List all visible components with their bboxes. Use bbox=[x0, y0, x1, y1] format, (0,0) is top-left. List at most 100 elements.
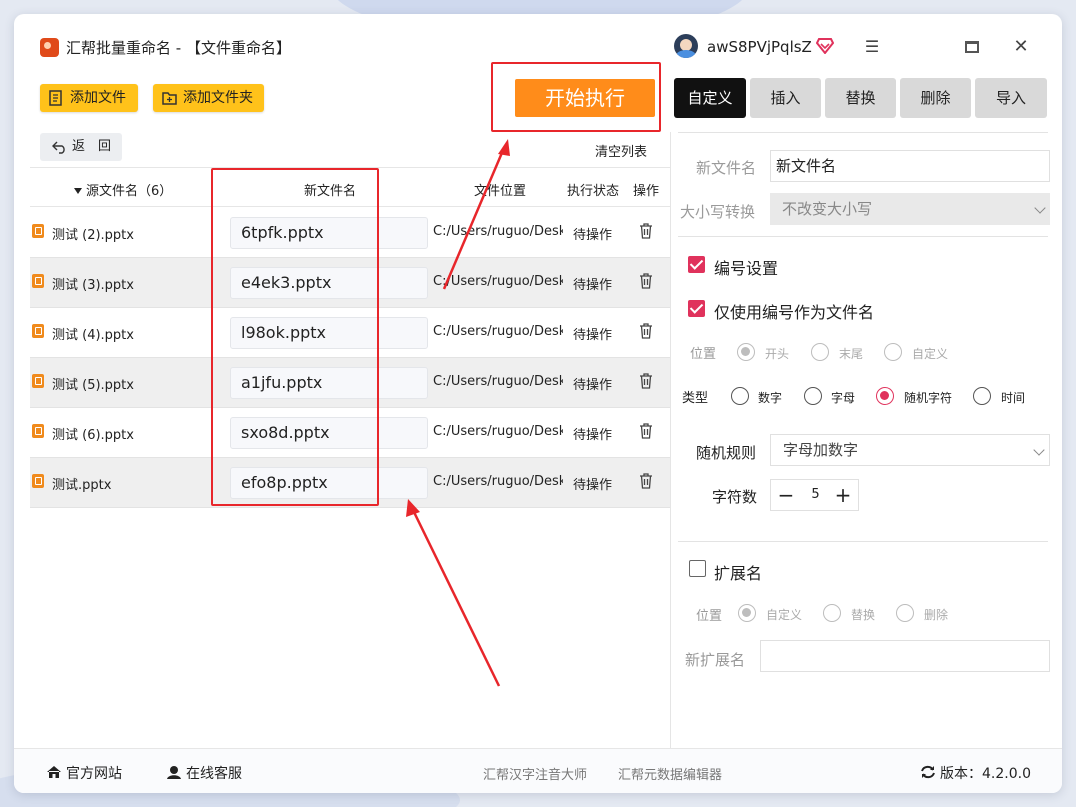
menu-icon[interactable]: ☰ bbox=[857, 34, 887, 60]
username[interactable]: awS8PVjPqlsZ bbox=[707, 38, 812, 56]
random-rule-value: 字母加数字 bbox=[783, 441, 859, 459]
app-window: 汇帮批量重命名 - 【文件重命名】 awS8PVjPqlsZ ☰ ✕ 添加文件 … bbox=[14, 14, 1062, 793]
position-custom-radio[interactable] bbox=[884, 343, 902, 361]
chevron-down-icon bbox=[1033, 444, 1045, 456]
website-link[interactable]: 官方网站 bbox=[46, 763, 122, 783]
random-rule-label: 随机规则 bbox=[696, 444, 757, 462]
maximize-icon[interactable] bbox=[957, 34, 987, 60]
tab-insert[interactable]: 插入 bbox=[750, 78, 821, 118]
panel-divider bbox=[670, 132, 671, 748]
tab-custom[interactable]: 自定义 bbox=[674, 78, 746, 118]
status-text: 待操作 bbox=[573, 378, 613, 393]
file-location: C:/Users/ruguo/Desktop bbox=[433, 474, 563, 489]
service-link[interactable]: 在线客服 bbox=[166, 763, 242, 783]
vip-diamond-icon[interactable] bbox=[816, 38, 834, 54]
type-random-label: 随机字符 bbox=[904, 391, 953, 405]
annotation-box-start bbox=[491, 62, 661, 132]
app-logo-icon bbox=[40, 38, 59, 57]
add-folder-button[interactable]: 添加文件夹 bbox=[153, 84, 264, 112]
header-location: 文件位置 bbox=[474, 184, 527, 199]
header-source[interactable]: 源文件名（6） bbox=[74, 180, 172, 199]
window-title: 汇帮批量重命名 - 【文件重命名】 bbox=[66, 39, 291, 57]
status-text: 待操作 bbox=[573, 278, 613, 293]
increment-button[interactable]: + bbox=[828, 480, 858, 510]
status-text: 待操作 bbox=[573, 478, 613, 493]
pptx-file-icon bbox=[32, 374, 44, 388]
position-end-radio[interactable] bbox=[811, 343, 829, 361]
sort-down-icon bbox=[74, 188, 82, 194]
trash-icon[interactable] bbox=[639, 223, 653, 239]
pptx-file-icon bbox=[32, 474, 44, 488]
file-location: C:/Users/ruguo/Desktop bbox=[433, 374, 563, 389]
ext-custom-label: 自定义 bbox=[766, 608, 803, 622]
type-number-label: 数字 bbox=[758, 391, 783, 405]
new-ext-input[interactable] bbox=[760, 640, 1050, 672]
source-name: 测试 (3).pptx bbox=[52, 278, 134, 293]
add-file-label: 添加文件 bbox=[70, 90, 126, 106]
type-random-radio[interactable] bbox=[876, 387, 894, 405]
status-text: 待操作 bbox=[573, 228, 613, 243]
type-number-radio[interactable] bbox=[731, 387, 749, 405]
trash-icon[interactable] bbox=[639, 373, 653, 389]
annotation-arrow-down bbox=[410, 507, 501, 687]
type-label: 类型 bbox=[682, 391, 709, 406]
footer: 官方网站 在线客服 汇帮汉字注音大师 汇帮元数据编辑器 版本：4.2.0.0 bbox=[14, 748, 1062, 793]
type-letter-radio[interactable] bbox=[804, 387, 822, 405]
divider bbox=[678, 541, 1048, 542]
position-label: 位置 bbox=[690, 347, 717, 362]
position-start-radio[interactable] bbox=[737, 343, 755, 361]
ext-delete-label: 删除 bbox=[924, 608, 949, 622]
annotation-arrowhead bbox=[498, 139, 510, 156]
pptx-file-icon bbox=[32, 324, 44, 338]
decrement-button[interactable]: − bbox=[771, 480, 801, 510]
position-custom-label: 自定义 bbox=[912, 347, 949, 361]
char-count-label: 字符数 bbox=[712, 488, 758, 506]
position-end-label: 末尾 bbox=[839, 347, 864, 361]
version-label: 版本：4.2.0.0 bbox=[940, 766, 1031, 782]
extension-checkbox[interactable] bbox=[689, 560, 706, 577]
new-ext-label: 新扩展名 bbox=[685, 651, 746, 669]
ext-position-label: 位置 bbox=[696, 609, 723, 624]
version-info[interactable]: 版本：4.2.0.0 bbox=[920, 763, 1031, 783]
only-number-checkbox[interactable] bbox=[688, 300, 705, 317]
ext-custom-radio[interactable] bbox=[738, 604, 756, 622]
ext-replace-radio[interactable] bbox=[823, 604, 841, 622]
back-label: 返 回 bbox=[72, 139, 112, 154]
type-time-radio[interactable] bbox=[973, 387, 991, 405]
add-file-button[interactable]: 添加文件 bbox=[40, 84, 138, 112]
trash-icon[interactable] bbox=[639, 473, 653, 489]
back-arrow-icon bbox=[52, 141, 65, 154]
new-name-field[interactable]: 新文件名 bbox=[770, 150, 1050, 182]
numbering-checkbox[interactable] bbox=[688, 256, 705, 273]
ext-delete-radio[interactable] bbox=[896, 604, 914, 622]
tab-replace[interactable]: 替换 bbox=[825, 78, 896, 118]
trash-icon[interactable] bbox=[639, 423, 653, 439]
add-folder-icon bbox=[162, 92, 177, 105]
pptx-file-icon bbox=[32, 274, 44, 288]
file-location: C:/Users/ruguo/Desktop bbox=[433, 224, 563, 239]
case-label: 大小写转换 bbox=[680, 203, 756, 221]
tab-import[interactable]: 导入 bbox=[975, 78, 1047, 118]
close-icon[interactable]: ✕ bbox=[1006, 34, 1036, 60]
random-rule-select[interactable]: 字母加数字 bbox=[770, 434, 1050, 466]
trash-icon[interactable] bbox=[639, 273, 653, 289]
header-state: 执行状态 bbox=[567, 184, 620, 199]
source-name: 测试 (4).pptx bbox=[52, 328, 134, 343]
back-button[interactable]: 返 回 bbox=[40, 133, 122, 161]
pinyin-app-link[interactable]: 汇帮汉字注音大师 bbox=[483, 764, 587, 783]
user-avatar[interactable] bbox=[674, 34, 698, 58]
source-name: 测试 (5).pptx bbox=[52, 378, 134, 393]
divider bbox=[678, 132, 1048, 133]
clear-list-button[interactable]: 清空列表 bbox=[595, 141, 647, 160]
char-count-stepper[interactable]: − 5 + bbox=[770, 479, 859, 511]
only-number-label: 仅使用编号作为文件名 bbox=[714, 303, 875, 322]
metadata-app-link[interactable]: 汇帮元数据编辑器 bbox=[618, 764, 722, 783]
case-select[interactable]: 不改变大小写 bbox=[770, 193, 1050, 225]
source-name: 测试 (6).pptx bbox=[52, 428, 134, 443]
tab-delete[interactable]: 删除 bbox=[900, 78, 971, 118]
char-count-value[interactable]: 5 bbox=[801, 480, 830, 510]
source-name: 测试.pptx bbox=[52, 478, 112, 493]
chevron-down-icon bbox=[1034, 202, 1046, 214]
refresh-icon bbox=[921, 765, 935, 779]
trash-icon[interactable] bbox=[639, 323, 653, 339]
